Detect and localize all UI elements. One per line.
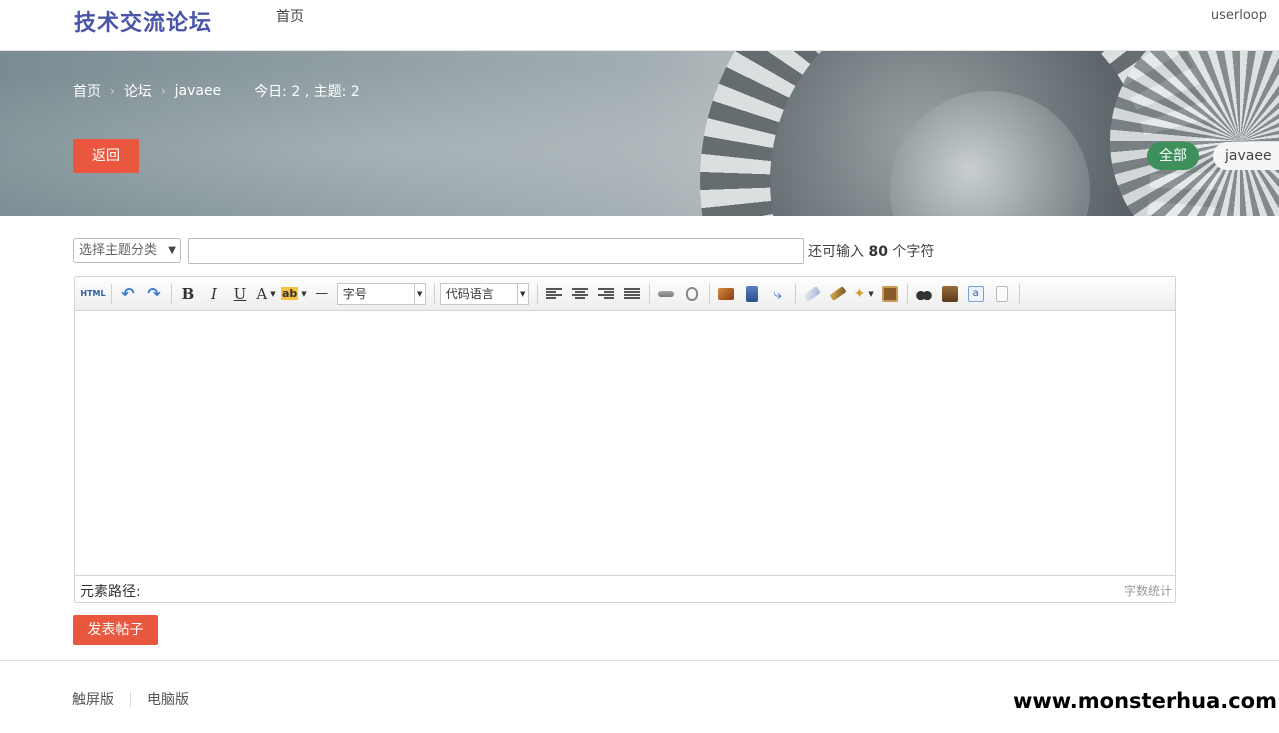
toolbar-divider [648, 283, 650, 304]
element-path-label: 元素路径: [80, 584, 141, 600]
link-icon[interactable] [655, 283, 677, 305]
undo-icon[interactable]: ↶ [117, 283, 139, 305]
breadcrumb: 首页 › 论坛 › javaee 今日: 2 , 主题: 2 [73, 81, 360, 101]
breadcrumb-separator: › [110, 84, 115, 98]
breadcrumb-home[interactable]: 首页 [73, 81, 101, 101]
breadcrumb-board[interactable]: javaee [175, 83, 222, 99]
tag-javaee[interactable]: javaee [1213, 142, 1279, 170]
footer-link-desktop[interactable]: 电脑版 [147, 689, 189, 709]
highlight-label: ab [281, 287, 299, 300]
eraser-icon[interactable] [801, 283, 823, 305]
watermark-text: www.monsterhua.com [1012, 689, 1277, 713]
board-stats: 今日: 2 , 主题: 2 [254, 84, 360, 100]
new-document-icon[interactable] [991, 283, 1013, 305]
breadcrumb-forum[interactable]: 论坛 [124, 81, 152, 101]
dropdown-arrow-icon: ▼ [868, 289, 874, 298]
editor-statusbar: 元素路径: 字数统计 [75, 575, 1175, 602]
align-justify-icon[interactable] [621, 283, 643, 305]
align-left-icon[interactable] [543, 283, 565, 305]
image-icon[interactable] [715, 283, 737, 305]
char-hint-prefix: 还可输入 [808, 244, 864, 260]
back-button[interactable]: 返回 [73, 139, 139, 173]
font-color-button[interactable]: A ▼ [255, 283, 277, 305]
gear-secondary-graphic [1110, 51, 1279, 216]
forum-banner: 首页 › 论坛 › javaee 今日: 2 , 主题: 2 返回 全部 jav… [0, 51, 1279, 216]
footer: 触屏版 电脑版 www.monsterhua.com [0, 660, 1279, 733]
chevron-down-icon: ▼ [516, 283, 528, 304]
dropdown-arrow-icon: ▼ [270, 289, 276, 298]
unlink-icon[interactable] [681, 283, 703, 305]
underline-button[interactable]: U [229, 283, 251, 305]
format-brush-icon[interactable] [827, 283, 849, 305]
tag-all[interactable]: 全部 [1147, 142, 1199, 170]
chevron-down-icon: ▼ [168, 245, 176, 256]
chevron-down-icon: ▼ [413, 283, 425, 304]
wand-glyph: ✦ [853, 285, 866, 302]
html-source-button[interactable]: HTML [80, 283, 105, 305]
bold-button[interactable]: B [177, 283, 199, 305]
align-right-icon[interactable] [595, 283, 617, 305]
site-brand[interactable]: 技术交流论坛 [74, 5, 212, 37]
char-hint-suffix: 个字符 [892, 244, 935, 260]
horizontal-rule-button[interactable]: — [311, 283, 333, 305]
title-input[interactable] [188, 238, 804, 264]
italic-button[interactable]: I [203, 283, 225, 305]
editor-content-area[interactable] [75, 312, 1175, 576]
template-icon[interactable] [939, 283, 961, 305]
paste-text-icon[interactable] [879, 283, 901, 305]
rich-text-editor: HTML ↶ ↷ B I U A▼ ab▼ — 字号 ▼ 代码语言 ▼ ⤷ [74, 276, 1176, 603]
attachment-icon[interactable]: ⤷ [767, 283, 789, 305]
toolbar-divider [536, 283, 538, 304]
submit-post-button[interactable]: 发表帖子 [73, 615, 158, 645]
breadcrumb-separator: › [160, 84, 166, 98]
font-size-label: 字号 [342, 286, 367, 301]
align-center-icon[interactable] [569, 283, 591, 305]
highlight-color-button[interactable]: ab ▼ [281, 283, 307, 305]
font-size-select[interactable]: 字号 ▼ [336, 282, 426, 305]
top-navbar: 技术交流论坛 首页 userloop [0, 0, 1279, 51]
word-count-label: 字数统计 [1123, 584, 1172, 598]
anchor-icon[interactable]: a [965, 283, 987, 305]
footer-divider [130, 691, 131, 707]
code-language-label: 代码语言 [445, 286, 494, 301]
footer-links: 触屏版 电脑版 [72, 689, 189, 709]
code-language-select[interactable]: 代码语言 ▼ [439, 282, 529, 305]
toolbar-divider [433, 283, 435, 304]
magic-wand-icon[interactable]: ✦ ▼ [853, 283, 875, 305]
user-menu[interactable]: userloop [1211, 8, 1267, 23]
toolbar-divider [1018, 283, 1020, 304]
category-select[interactable]: 选择主题分类 ▼ [73, 238, 181, 263]
search-replace-icon[interactable] [913, 283, 935, 305]
video-icon[interactable] [741, 283, 763, 305]
dropdown-arrow-icon: ▼ [301, 289, 307, 298]
toolbar-divider [794, 283, 796, 304]
nav-home-link[interactable]: 首页 [276, 6, 304, 26]
category-select-value: 选择主题分类 [79, 243, 158, 258]
font-color-label: A [256, 284, 268, 303]
toolbar-divider [906, 283, 908, 304]
toolbar-divider [171, 283, 172, 304]
toolbar-divider [708, 283, 710, 304]
editor-toolbar: HTML ↶ ↷ B I U A▼ ab▼ — 字号 ▼ 代码语言 ▼ ⤷ [75, 277, 1175, 311]
footer-link-touch[interactable]: 触屏版 [72, 689, 114, 709]
redo-icon[interactable]: ↷ [143, 283, 165, 305]
char-hint-count: 80 [868, 244, 888, 260]
char-count-hint: 还可输入 80 个字符 [808, 241, 934, 261]
toolbar-divider [111, 283, 112, 304]
